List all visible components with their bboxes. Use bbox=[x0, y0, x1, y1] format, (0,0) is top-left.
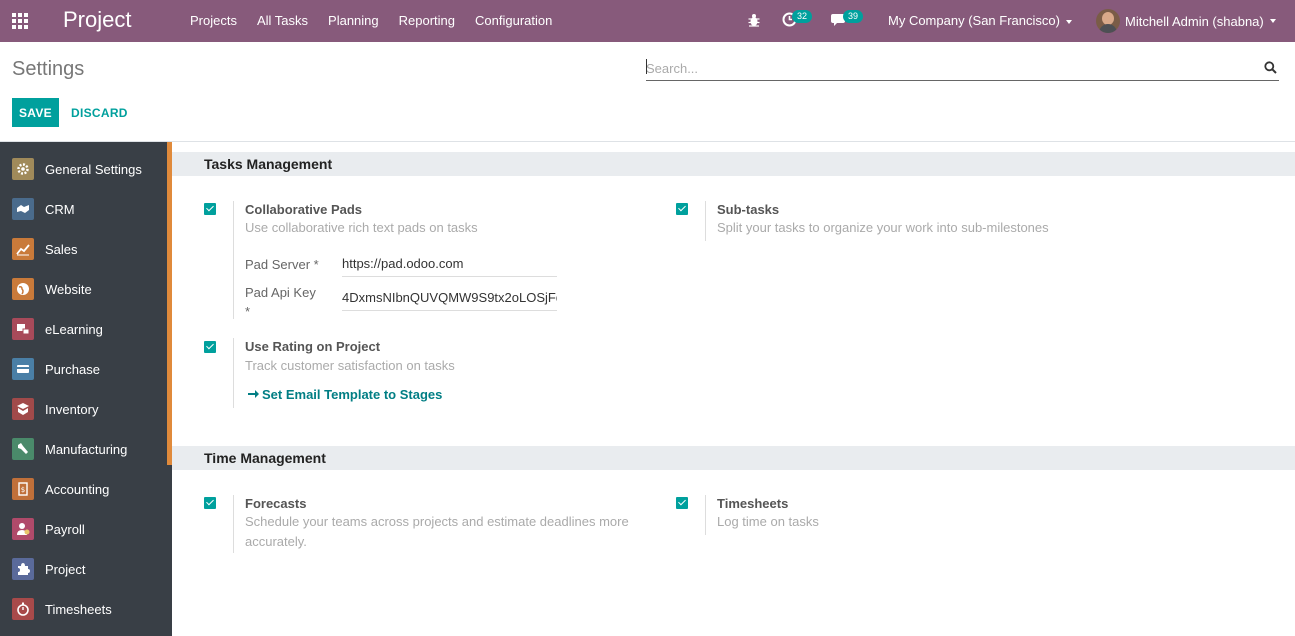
pad-server-input[interactable]: https://pad.odoo.com bbox=[342, 253, 557, 277]
setting-desc-forecasts: Schedule your teams across projects and … bbox=[245, 514, 629, 549]
search-box bbox=[646, 56, 1279, 81]
section-title: Time Management bbox=[204, 450, 326, 466]
user-menu[interactable]: Mitchell Admin (shabna) bbox=[1096, 0, 1276, 42]
setting-desc-use-rating: Track customer satisfaction on tasks bbox=[245, 358, 455, 373]
sidebar-item-label: Manufacturing bbox=[45, 441, 128, 457]
setting-title-timesheets: Timesheets bbox=[717, 496, 789, 511]
sidebar-item-label: Payroll bbox=[45, 521, 85, 537]
sidebar-item-sales[interactable]: Sales bbox=[0, 229, 172, 269]
chevron-down-icon bbox=[1065, 19, 1072, 24]
link-label: Set Email Template to Stages bbox=[262, 387, 443, 402]
timesheets-checkbox[interactable] bbox=[676, 497, 688, 509]
sidebar-item-label: Purchase bbox=[45, 361, 100, 377]
menu-reporting[interactable]: Reporting bbox=[389, 0, 465, 42]
sidebar-item-label: Timesheets bbox=[45, 601, 112, 617]
activity-count-badge: 32 bbox=[792, 10, 813, 23]
sidebar-item-accounting[interactable]: $ Accounting bbox=[0, 469, 172, 509]
menu-configuration[interactable]: Configuration bbox=[465, 0, 562, 42]
sidebar-item-label: Website bbox=[45, 281, 92, 297]
collaborative-pads-checkbox[interactable] bbox=[204, 203, 216, 215]
settings-content: Tasks Management Collaborative Pads Use … bbox=[172, 142, 1295, 636]
sidebar-item-inventory[interactable]: Inventory bbox=[0, 389, 172, 429]
user-name: Mitchell Admin (shabna) bbox=[1125, 13, 1264, 29]
avatar bbox=[1096, 9, 1120, 33]
setting-title-sub-tasks: Sub-tasks bbox=[717, 202, 780, 217]
setting-desc-sub-tasks: Split your tasks to organize your work i… bbox=[717, 220, 1049, 235]
chevron-down-icon bbox=[1269, 19, 1276, 23]
required-star: * bbox=[245, 304, 251, 319]
section-header-time: Time Management bbox=[172, 446, 1295, 470]
main-menu: Projects All Tasks Planning Reporting Co… bbox=[180, 0, 562, 42]
bug-icon[interactable] bbox=[748, 13, 760, 27]
sidebar-item-label: Sales bbox=[45, 241, 78, 257]
setting-divider bbox=[233, 495, 234, 553]
pad-api-key-label: Pad Api Key bbox=[245, 285, 316, 300]
setting-title-use-rating: Use Rating on Project bbox=[245, 339, 381, 354]
control-panel: Settings SAVE DISCARD bbox=[0, 42, 1295, 142]
sidebar-item-general-settings[interactable]: General Settings bbox=[0, 149, 172, 189]
wrench-icon bbox=[12, 438, 34, 460]
company-switcher[interactable]: My Company (San Francisco) bbox=[888, 0, 1072, 42]
gear-icon bbox=[12, 158, 34, 180]
box-icon bbox=[12, 398, 34, 420]
text-cursor bbox=[646, 59, 647, 74]
setting-divider bbox=[233, 338, 234, 408]
setting-divider bbox=[705, 495, 706, 535]
sidebar-item-manufacturing[interactable]: Manufacturing bbox=[0, 429, 172, 469]
menu-planning[interactable]: Planning bbox=[318, 0, 389, 42]
section-header-tasks: Tasks Management bbox=[172, 152, 1295, 176]
sidebar-item-payroll[interactable]: Payroll bbox=[0, 509, 172, 549]
stopwatch-icon bbox=[12, 598, 34, 620]
pad-server-label: Pad Server * bbox=[245, 257, 319, 272]
save-button[interactable]: SAVE bbox=[12, 98, 59, 127]
invoice-icon: $ bbox=[12, 478, 34, 500]
forecasts-checkbox[interactable] bbox=[204, 497, 216, 509]
arrow-right-icon bbox=[248, 390, 259, 398]
settings-sidebar: General Settings CRM Sales Website eLear… bbox=[0, 142, 172, 636]
sidebar-item-website[interactable]: Website bbox=[0, 269, 172, 309]
globe-icon bbox=[12, 278, 34, 300]
pad-api-key-input[interactable]: 4DxmsNIbnQUVQMW9S9tx2oLOSjFd bbox=[342, 287, 557, 311]
setting-title-collaborative-pads: Collaborative Pads bbox=[245, 202, 363, 217]
elearning-icon bbox=[12, 318, 34, 340]
sidebar-item-label: CRM bbox=[45, 201, 75, 217]
top-navbar: Project Projects All Tasks Planning Repo… bbox=[0, 0, 1295, 42]
set-email-template-link[interactable]: Set Email Template to Stages bbox=[248, 387, 442, 402]
company-name: My Company (San Francisco) bbox=[888, 13, 1060, 28]
setting-desc-timesheets: Log time on tasks bbox=[717, 514, 819, 529]
sidebar-item-purchase[interactable]: Purchase bbox=[0, 349, 172, 389]
menu-all-tasks[interactable]: All Tasks bbox=[247, 0, 318, 42]
setting-divider bbox=[233, 201, 234, 319]
use-rating-checkbox[interactable] bbox=[204, 341, 216, 353]
setting-title-forecasts: Forecasts bbox=[245, 496, 307, 511]
page-title: Settings bbox=[12, 58, 85, 80]
sidebar-item-label: Project bbox=[45, 561, 86, 577]
sidebar-item-crm[interactable]: CRM bbox=[0, 189, 172, 229]
chart-icon bbox=[12, 238, 34, 260]
app-grid-icon[interactable] bbox=[12, 13, 30, 29]
sidebar-item-label: Inventory bbox=[45, 401, 99, 417]
sidebar-item-elearning[interactable]: eLearning bbox=[0, 309, 172, 349]
sidebar-item-timesheets[interactable]: Timesheets bbox=[0, 589, 172, 629]
message-count-badge: 39 bbox=[843, 10, 864, 23]
search-icon[interactable] bbox=[1264, 61, 1277, 74]
search-input[interactable] bbox=[646, 58, 1246, 78]
sidebar-item-project[interactable]: Project bbox=[0, 549, 172, 589]
sub-tasks-checkbox[interactable] bbox=[676, 203, 688, 215]
card-icon bbox=[12, 358, 34, 380]
sidebar-item-label: General Settings bbox=[45, 161, 142, 177]
setting-divider bbox=[705, 201, 706, 241]
sidebar-item-label: Accounting bbox=[45, 481, 110, 497]
section-title: Tasks Management bbox=[204, 156, 333, 172]
setting-desc-collaborative-pads: Use collaborative rich text pads on task… bbox=[245, 220, 478, 235]
payroll-icon bbox=[12, 518, 34, 540]
menu-projects[interactable]: Projects bbox=[180, 0, 247, 42]
handshake-icon bbox=[12, 198, 34, 220]
puzzle-icon bbox=[12, 558, 34, 580]
svg-text:$: $ bbox=[21, 486, 25, 494]
app-title[interactable]: Project bbox=[63, 7, 131, 33]
discard-button[interactable]: DISCARD bbox=[63, 98, 136, 127]
sidebar-item-label: eLearning bbox=[45, 321, 103, 337]
